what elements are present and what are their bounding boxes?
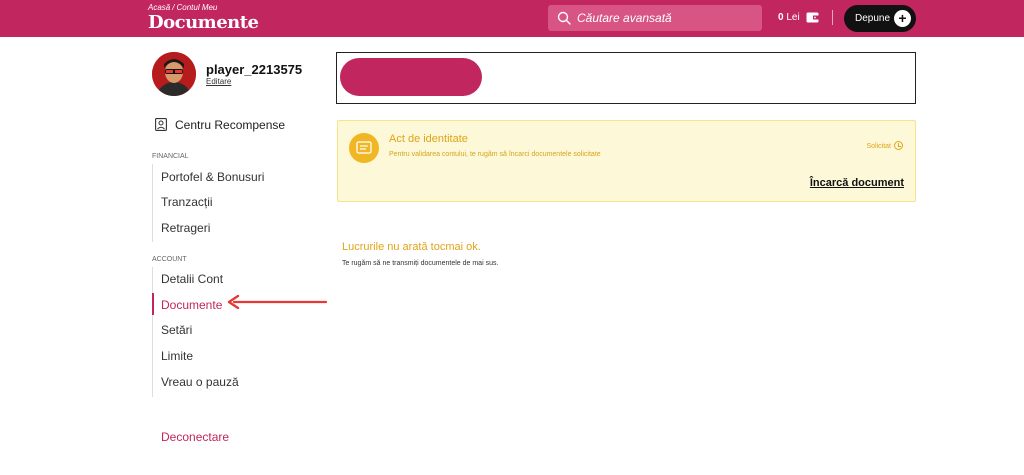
account-group-line bbox=[152, 267, 153, 397]
notice-text: Te rugăm să ne transmiți documentele de … bbox=[342, 260, 499, 267]
sidebar-item-settings[interactable]: Setări bbox=[161, 323, 192, 337]
breadcrumb-separator: / bbox=[172, 3, 175, 12]
document-description: Pentru validarea contului, te rugăm să î… bbox=[389, 151, 601, 158]
plus-icon: + bbox=[894, 10, 911, 27]
promo-banner bbox=[336, 52, 916, 104]
logout-link[interactable]: Deconectare bbox=[161, 430, 229, 444]
balance-amount: 0 bbox=[778, 12, 784, 23]
header-divider bbox=[832, 10, 833, 25]
search-icon bbox=[557, 11, 571, 25]
deposit-button[interactable]: Depune + bbox=[844, 5, 916, 32]
edit-profile-link[interactable]: Editare bbox=[206, 77, 231, 86]
annotation-arrow-icon bbox=[227, 295, 328, 309]
breadcrumb: Acasă / Contul Meu bbox=[148, 3, 219, 12]
rewards-label: Centru Recompense bbox=[175, 118, 286, 132]
sidebar-item-withdrawals[interactable]: Retrageri bbox=[161, 221, 210, 235]
section-label-financial: FINANCIAL bbox=[152, 153, 189, 160]
id-card-icon bbox=[349, 133, 379, 163]
document-card-identity: Act de identitate Pentru validarea contu… bbox=[337, 120, 916, 202]
avatar[interactable] bbox=[152, 52, 196, 96]
active-indicator bbox=[152, 293, 154, 315]
search-input[interactable]: Căutare avansată bbox=[548, 5, 762, 31]
sidebar-item-wallet[interactable]: Portofel & Bonusuri bbox=[161, 170, 264, 184]
notice-title: Lucrurile nu arată tocmai ok. bbox=[342, 241, 481, 253]
top-header: Acasă / Contul Meu Documente Căutare avans… bbox=[0, 0, 1024, 37]
document-status-badge: Solicitat bbox=[866, 141, 903, 150]
rewards-icon bbox=[155, 118, 167, 131]
search-placeholder: Căutare avansată bbox=[577, 11, 672, 25]
sidebar-item-take-break[interactable]: Vreau o pauză bbox=[161, 375, 239, 389]
breadcrumb-home[interactable]: Acasă bbox=[148, 3, 170, 12]
clock-icon bbox=[894, 141, 903, 150]
breadcrumb-account[interactable]: Contul Meu bbox=[176, 3, 217, 12]
balance-display: 0 Lei bbox=[778, 12, 800, 23]
username: player_2213575 bbox=[206, 62, 303, 77]
section-label-account: ACCOUNT bbox=[152, 256, 187, 263]
upload-document-link[interactable]: Încarcă document bbox=[810, 177, 904, 189]
sidebar-item-documents[interactable]: Documente bbox=[161, 298, 222, 312]
sidebar-item-transactions[interactable]: Tranzacții bbox=[161, 195, 213, 209]
page-title: Documente bbox=[148, 12, 259, 33]
document-title: Act de identitate bbox=[389, 133, 468, 145]
redacted-banner-pill bbox=[340, 58, 482, 96]
avatar-image bbox=[152, 52, 196, 96]
wallet-icon[interactable] bbox=[806, 11, 819, 24]
sidebar-item-limits[interactable]: Limite bbox=[161, 349, 193, 363]
financial-group-line bbox=[152, 164, 153, 242]
sidebar-item-account-details[interactable]: Detalii Cont bbox=[161, 272, 223, 286]
balance-currency: Lei bbox=[786, 12, 800, 23]
deposit-label: Depune bbox=[855, 13, 891, 24]
document-status-text: Solicitat bbox=[866, 143, 891, 150]
